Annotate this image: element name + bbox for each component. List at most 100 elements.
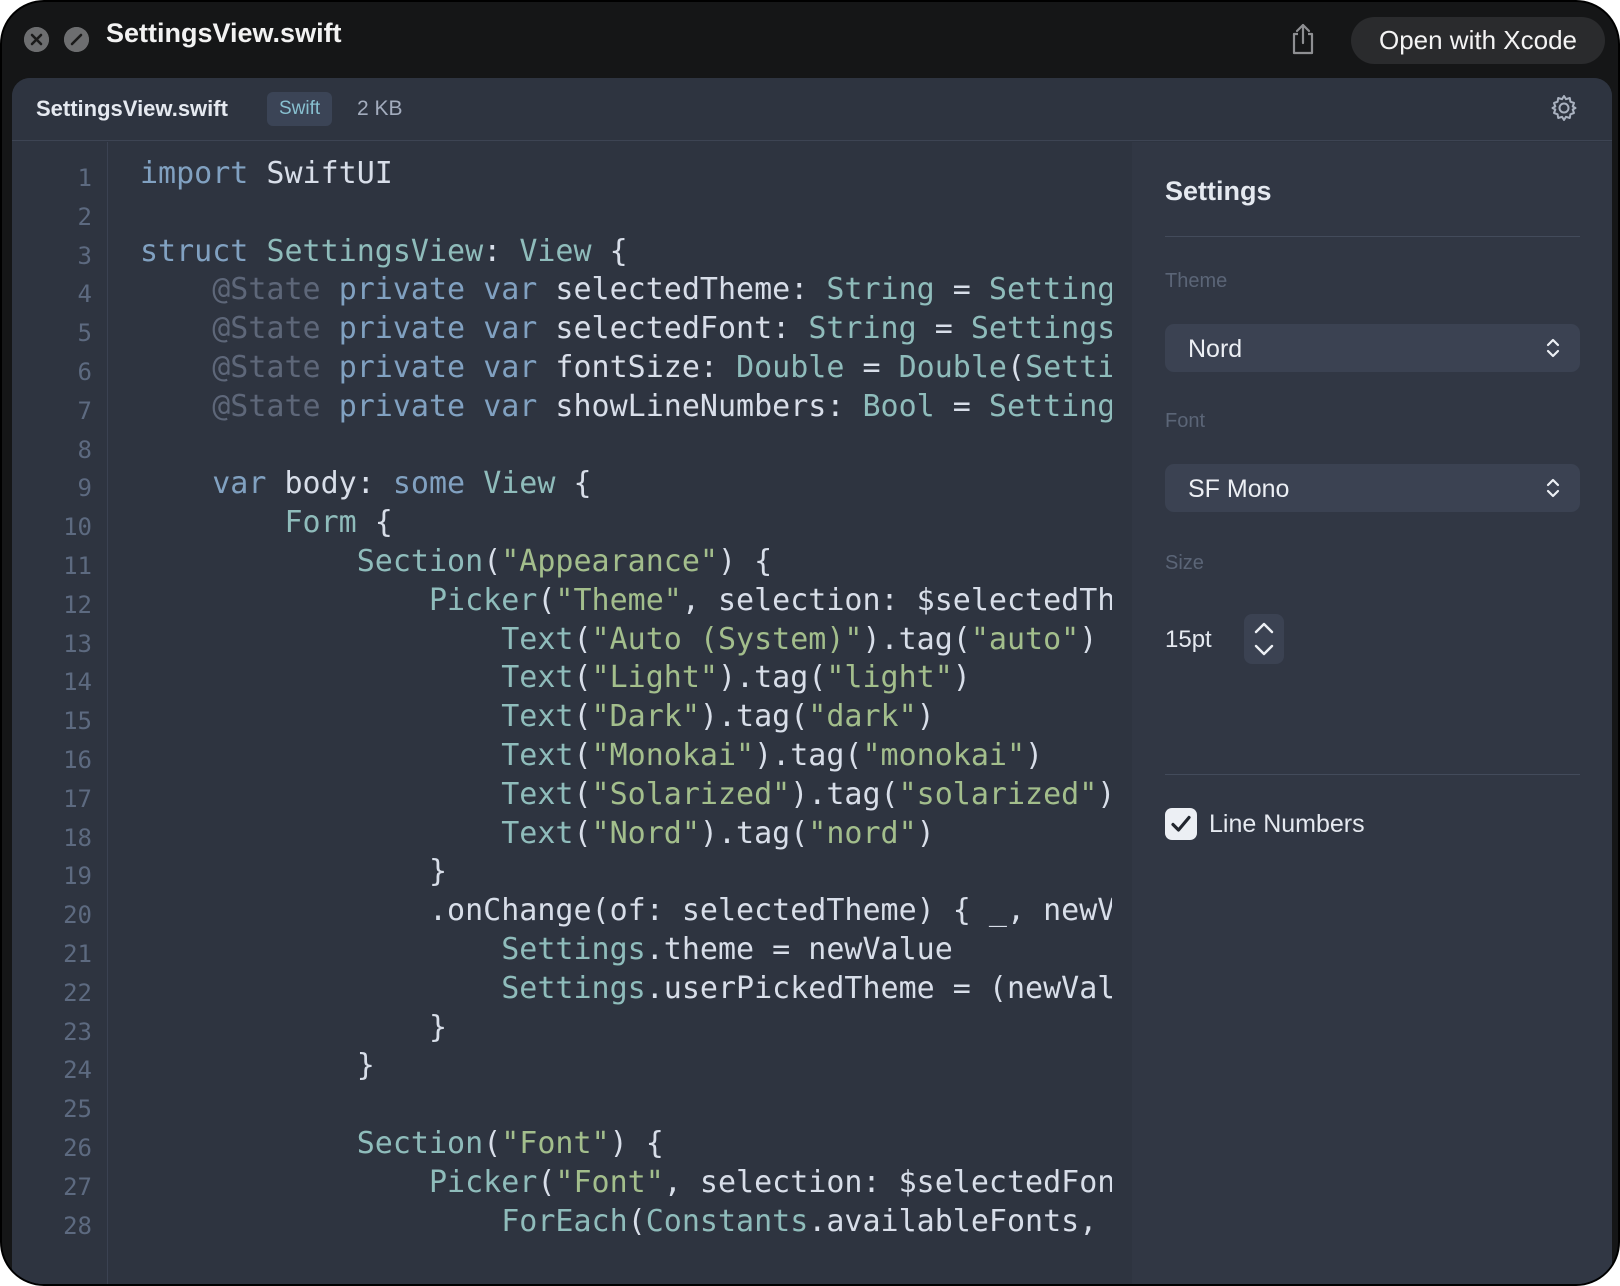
line-number-gutter: 1 2 3 4 5 6 7 8 9 10 11 12 13 14 15 16 17 18 19 20 21 22 23 24 2… <box>12 142 108 1284</box>
code-token: ) { <box>718 544 773 579</box>
close-icon <box>24 27 49 52</box>
settings-sidebar: Settings Theme Nord Font SF Mono Size 15… <box>1132 142 1612 1284</box>
code-line: Picker("Theme", selection: $selectedTh <box>140 581 1112 621</box>
code-line: Text("Dark").tag("dark") <box>140 697 935 737</box>
code-token: Settings <box>970 311 1112 347</box>
line-numbers-label[interactable]: Line Numbers <box>1209 810 1365 839</box>
code-token: ( <box>573 815 592 851</box>
code-token: ( <box>1007 350 1026 385</box>
line-number: 25 <box>63 1095 92 1124</box>
line-numbers-checkbox[interactable] <box>1165 808 1197 840</box>
code-token: private <box>338 388 466 424</box>
settings-button[interactable] <box>1549 93 1579 123</box>
chevron-up-icon[interactable] <box>1252 620 1276 636</box>
code-token: var <box>483 272 538 308</box>
code-token: } <box>140 1048 375 1084</box>
size-stepper[interactable] <box>1244 614 1284 664</box>
code-token: ForEach <box>501 1203 628 1239</box>
font-select-value: SF Mono <box>1188 475 1290 503</box>
preview-panel: SettingsView.swift Swift 2 KB 1234567891… <box>12 78 1612 1284</box>
code-token: ) <box>916 815 935 851</box>
line-number: 24 <box>63 1056 92 1085</box>
code-token: ) <box>916 699 935 735</box>
code-line: Section("Appearance") { <box>140 542 772 582</box>
code-line: Text("Monokai").tag("monokai") <box>140 736 1043 776</box>
code-token: ).tag( <box>754 738 863 773</box>
code-line: var body: some View { <box>140 464 591 504</box>
code-token: { <box>591 233 628 269</box>
code-token: ( <box>573 621 592 657</box>
fullscreen-button[interactable] <box>64 27 89 52</box>
share-button[interactable] <box>1288 22 1318 56</box>
size-value: 15pt <box>1165 626 1212 653</box>
code-token: Picker <box>428 1164 538 1200</box>
code-token: var <box>483 350 538 385</box>
code-token: , selection: $selectedTh <box>681 582 1112 618</box>
line-number: 7 <box>77 396 92 425</box>
code-token: "Solarized" <box>591 776 791 812</box>
divider <box>1165 236 1580 237</box>
chevron-updown-icon <box>1546 478 1560 498</box>
code-token: Text <box>501 660 574 696</box>
code-line: import SwiftUI <box>140 154 393 194</box>
code-token: @State <box>212 311 321 347</box>
code-line: Form { <box>140 503 393 543</box>
chevron-down-icon[interactable] <box>1252 642 1276 658</box>
code-token: = <box>934 388 989 424</box>
code-token: ) <box>1097 777 1112 812</box>
code-token: body: <box>266 466 393 502</box>
code-line: @State private var selectedFont: String … <box>140 309 1112 349</box>
code-line: Section("Font") { <box>140 1124 664 1164</box>
line-number: 8 <box>77 435 92 464</box>
close-button[interactable] <box>24 27 49 52</box>
line-number: 1 <box>77 164 92 192</box>
code-token: Setti <box>1025 350 1112 385</box>
code-token: Section <box>356 1126 484 1161</box>
size-label: Size <box>1165 552 1204 574</box>
line-number: 19 <box>63 862 92 891</box>
line-number: 26 <box>63 1134 92 1162</box>
code-token: var <box>483 388 538 424</box>
title-bar: SettingsView.swift Open with Xcode <box>2 2 1618 78</box>
theme-select[interactable]: Nord <box>1165 324 1580 372</box>
code-view[interactable]: 1 2 3 4 5 6 7 8 9 10 11 12 13 14 15 16 17 18 19 20 21 22 23 24 2… <box>12 142 1132 1284</box>
code-token: "nord" <box>808 815 917 851</box>
theme-label: Theme <box>1165 270 1228 292</box>
font-select[interactable]: SF Mono <box>1165 464 1580 512</box>
code-token: Text <box>501 776 574 812</box>
code-token: Text <box>501 699 574 735</box>
open-with-xcode-button[interactable]: Open with Xcode <box>1351 17 1605 64</box>
code-line: } <box>140 1046 375 1086</box>
code-token: ) <box>1025 738 1044 773</box>
line-number: 15 <box>63 707 92 736</box>
line-number: 5 <box>77 319 92 348</box>
divider <box>1165 774 1580 775</box>
code-token: "dark" <box>808 699 917 735</box>
code-token: Setting <box>988 388 1112 424</box>
code-token: var <box>483 311 538 347</box>
line-number: 9 <box>77 474 92 503</box>
code-token: Text <box>501 621 574 657</box>
code-token: selectedFont: <box>537 311 809 347</box>
code-line: @State private var fontSize: Double = Do… <box>140 348 1112 388</box>
code-line: } <box>140 1008 447 1048</box>
code-token: ) { <box>609 1126 664 1161</box>
code-token: "Nord" <box>591 815 700 851</box>
code-token: Text <box>501 815 574 851</box>
